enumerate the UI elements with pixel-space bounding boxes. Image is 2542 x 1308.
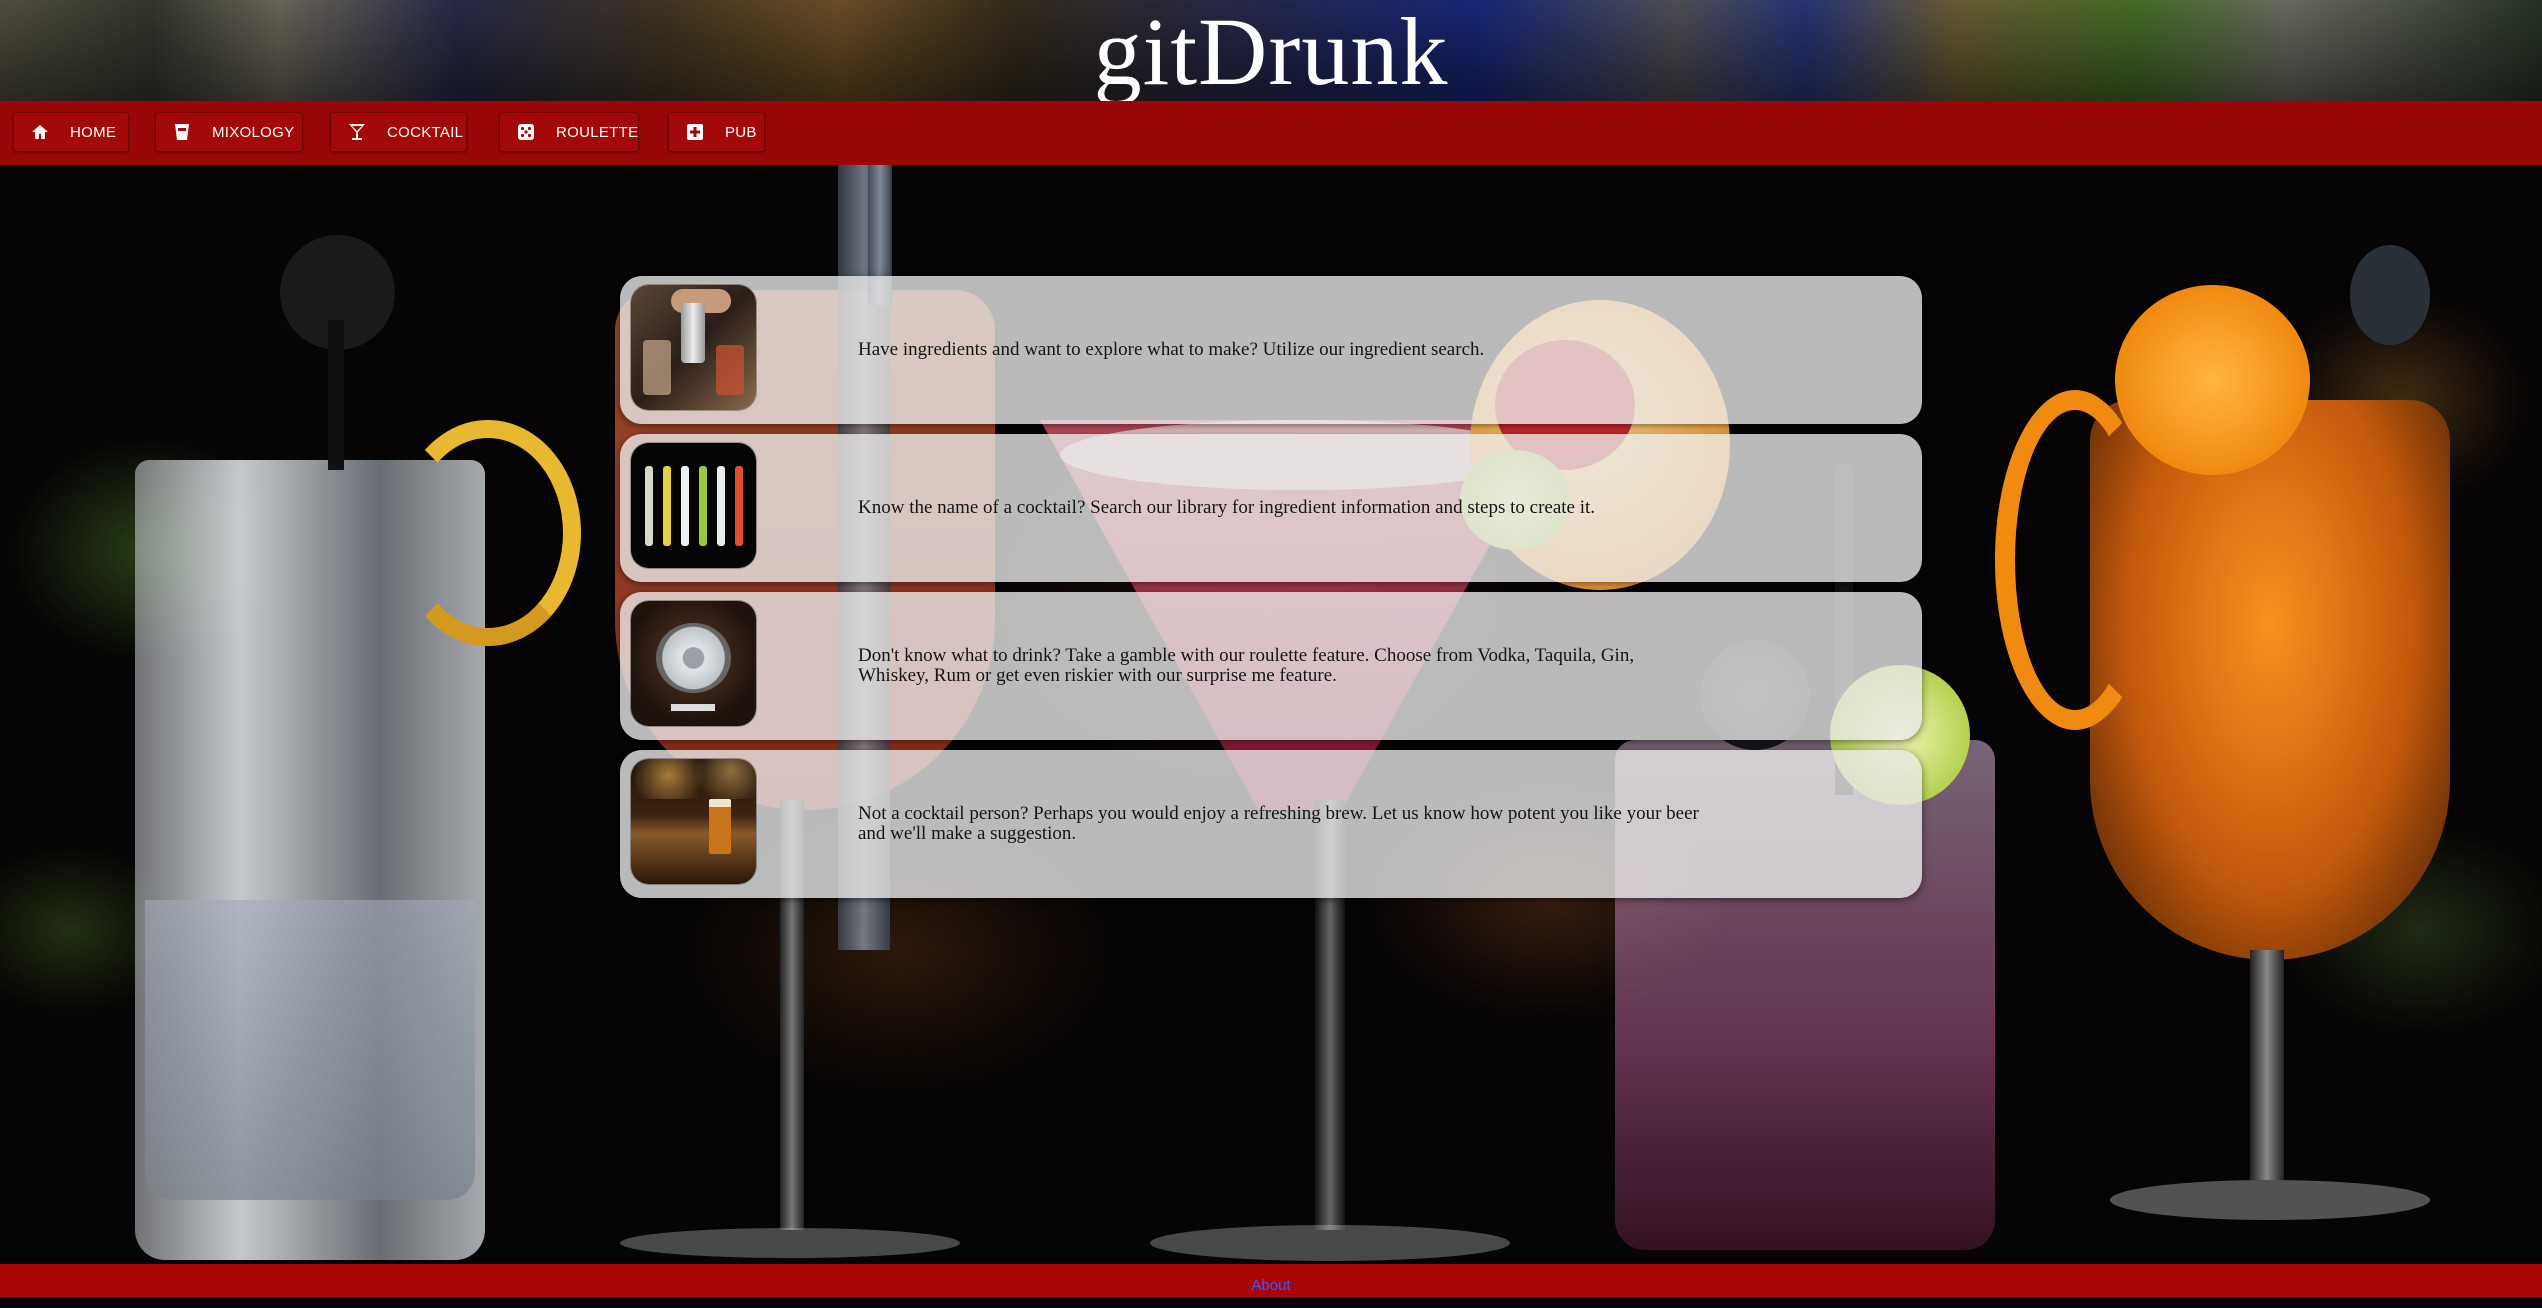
about-link[interactable]: About xyxy=(1251,1277,1290,1294)
home-icon xyxy=(30,122,50,142)
cocktail-glass-icon xyxy=(347,122,367,142)
nav-pub-label: PUB xyxy=(725,123,757,141)
glass-foot xyxy=(620,1228,960,1258)
cocktails-lineup-thumbnail xyxy=(631,443,756,568)
card-description: Know the name of a cocktail? Search our … xyxy=(858,497,1596,518)
bartender-thumbnail xyxy=(631,285,756,410)
orange-slice xyxy=(2115,285,2310,475)
nav-roulette[interactable]: ROULETTE xyxy=(500,113,638,151)
orange-peel xyxy=(1995,390,2155,730)
nav-roulette-label: ROULETTE xyxy=(556,123,639,141)
site-title: gitDrunk xyxy=(1093,0,1449,105)
cup-icon xyxy=(172,122,192,142)
nav-mixology-label: MIXOLOGY xyxy=(212,123,295,141)
lemon-peel xyxy=(395,420,581,646)
nav-mixology[interactable]: MIXOLOGY xyxy=(156,113,302,151)
spritz-foot xyxy=(2110,1180,2430,1220)
card-ingredient-search[interactable]: Have ingredients and want to explore wha… xyxy=(620,276,1922,424)
nav-cocktail[interactable]: COCKTAIL xyxy=(331,113,466,151)
dice-icon xyxy=(516,122,536,142)
plus-square-icon xyxy=(685,122,705,142)
spritz-stem xyxy=(2250,950,2284,1180)
main-navbar: HOME MIXOLOGY COCKTAIL ROULETTE PUB xyxy=(0,101,2542,165)
card-description: Not a cocktail person? Perhaps you would… xyxy=(858,803,1699,844)
nav-pub[interactable]: PUB xyxy=(669,113,764,151)
card-description: Have ingredients and want to explore wha… xyxy=(858,339,1485,360)
card-pub[interactable]: Not a cocktail person? Perhaps you would… xyxy=(620,750,1922,898)
nav-cocktail-label: COCKTAIL xyxy=(387,123,464,141)
footer: About xyxy=(0,1264,2542,1297)
stirrer-top-2 xyxy=(2350,245,2430,345)
card-roulette[interactable]: Don't know what to drink? Take a gamble … xyxy=(620,592,1922,740)
card-description: Don't know what to drink? Take a gamble … xyxy=(858,645,1635,686)
gin-tonic-lower xyxy=(145,900,475,1200)
card-cocktail-search[interactable]: Know the name of a cocktail? Search our … xyxy=(620,434,1922,582)
martini-foot xyxy=(1150,1225,1510,1261)
stirrer-stick xyxy=(328,320,344,470)
nav-home[interactable]: HOME xyxy=(14,113,128,151)
beer-glass-thumbnail xyxy=(631,759,756,884)
nav-home-label: HOME xyxy=(70,123,117,141)
shot-roulette-thumbnail xyxy=(631,601,756,726)
